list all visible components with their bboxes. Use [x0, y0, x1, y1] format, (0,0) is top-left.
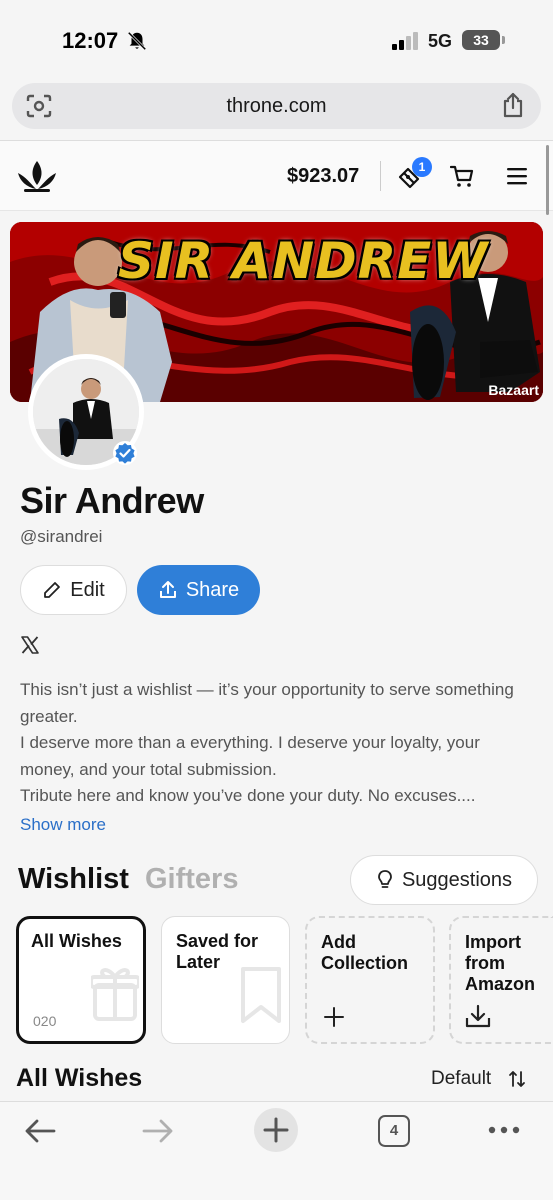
- edit-label: Edit: [70, 578, 105, 601]
- profile-name: Sir Andrew: [20, 480, 204, 521]
- menu-icon[interactable]: [506, 165, 528, 187]
- plus-icon: [324, 1007, 344, 1027]
- gift-outline-icon: [91, 968, 139, 1021]
- bio-line: Tribute here and know you’ve done your d…: [20, 786, 476, 805]
- edit-button[interactable]: Edit: [20, 565, 127, 615]
- cart-icon[interactable]: [450, 164, 474, 188]
- verified-icon: [113, 441, 137, 465]
- battery-tip: [502, 36, 505, 44]
- collection-count: 020: [33, 1013, 57, 1029]
- import-amazon-button[interactable]: Import from Amazon: [449, 916, 553, 1044]
- tab-switcher-button[interactable]: 4: [378, 1115, 410, 1147]
- status-time: 12:07: [62, 28, 119, 53]
- bio-line: This isn’t just a wishlist — it’s your o…: [20, 680, 514, 726]
- bookmark-icon: [241, 967, 281, 1023]
- bell-off-icon: [127, 31, 147, 51]
- throne-logo[interactable]: [16, 159, 58, 193]
- back-arrow-icon[interactable]: [24, 1118, 56, 1144]
- suggestions-label: Suggestions: [401, 868, 513, 891]
- sort-dropdown[interactable]: Default: [431, 1068, 491, 1090]
- collection-label: All Wishes: [31, 931, 122, 951]
- x-icon[interactable]: [20, 635, 40, 655]
- upload-icon: [159, 581, 176, 598]
- network-type: 5G: [428, 31, 453, 51]
- pencil-icon: [44, 582, 61, 598]
- banner-title: SIR ANDREW: [118, 232, 489, 290]
- scrollbar[interactable]: [546, 145, 549, 215]
- browser-toolbar: 4: [0, 1101, 553, 1200]
- status-bar: 12:07 5G 33: [0, 0, 553, 80]
- collection-label: Saved for Later: [176, 931, 259, 972]
- share-button[interactable]: Share: [137, 565, 260, 615]
- url-text[interactable]: throne.com: [12, 83, 541, 129]
- banner-watermark: Bazaart: [488, 382, 539, 398]
- collection-label: Import from Amazon: [465, 932, 536, 994]
- collection-all-wishes[interactable]: All Wishes 020: [16, 916, 146, 1044]
- wallet-balance[interactable]: $923.07: [287, 165, 359, 188]
- notification-badge: 1: [412, 157, 432, 177]
- site-header: $923.07 1: [0, 141, 553, 211]
- signal-icon: [392, 32, 418, 50]
- tab-wishlist[interactable]: Wishlist: [18, 863, 129, 896]
- lightbulb-icon: [378, 870, 392, 888]
- share-label: Share: [185, 578, 240, 601]
- profile-bio: This isn’t just a wishlist — it’s your o…: [20, 677, 530, 810]
- bio-line: I deserve more than a everything. I dese…: [20, 733, 480, 779]
- collection-saved-for-later[interactable]: Saved for Later: [161, 916, 290, 1044]
- suggestions-button[interactable]: Suggestions: [350, 855, 538, 905]
- tab-gifters[interactable]: Gifters: [145, 863, 238, 896]
- section-title: All Wishes: [16, 1064, 143, 1092]
- plus-icon: [263, 1117, 289, 1143]
- show-more-link[interactable]: Show more: [20, 815, 106, 835]
- share-icon[interactable]: [501, 92, 525, 118]
- add-collection-button[interactable]: Add Collection: [305, 916, 435, 1044]
- battery-indicator: 33: [462, 30, 500, 50]
- address-bar[interactable]: throne.com: [12, 83, 541, 129]
- new-tab-button[interactable]: [254, 1108, 298, 1152]
- collection-label: Add Collection: [321, 932, 409, 973]
- download-icon: [465, 1004, 491, 1028]
- sort-icon[interactable]: [508, 1070, 526, 1088]
- profile-handle: @sirandrei: [20, 527, 103, 546]
- more-icon[interactable]: [488, 1124, 520, 1136]
- header-divider: [380, 161, 381, 191]
- forward-arrow-icon[interactable]: [142, 1118, 174, 1144]
